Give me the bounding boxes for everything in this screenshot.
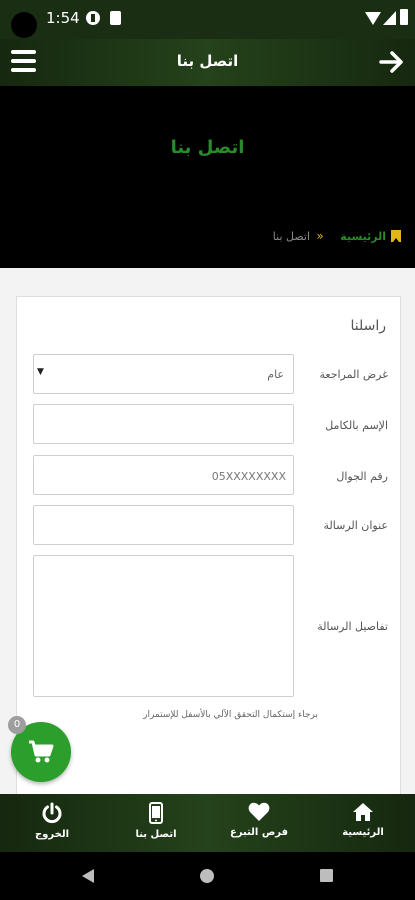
nav-label-logout: الخروج	[34, 829, 70, 840]
system-home-icon[interactable]	[200, 869, 214, 883]
breadcrumb-current: اتصل بنا	[272, 230, 310, 243]
home-icon	[353, 803, 373, 821]
nav-item-home[interactable]: الرئيسية	[318, 794, 408, 852]
app-bar-title: اتصل بنا	[176, 52, 239, 70]
nav-item-contact[interactable]: اتصل بنا	[111, 794, 201, 852]
details-textarea[interactable]	[33, 555, 294, 697]
heart-icon	[248, 802, 270, 821]
breadcrumb-separator: »	[316, 229, 324, 243]
battery-icon	[400, 9, 408, 25]
purpose-select-value: عام	[267, 368, 284, 381]
nav-label-contact: اتصل بنا	[135, 829, 177, 840]
details-label: تفاصيل الرسالة	[317, 620, 388, 633]
back-arrow-icon[interactable]	[378, 48, 406, 76]
sim-card-icon	[110, 11, 121, 25]
cart-count-badge: 0	[8, 716, 26, 734]
phone-icon	[149, 802, 163, 824]
system-recents-icon[interactable]	[320, 869, 333, 882]
status-time: 1:54	[46, 9, 80, 27]
mobile-label: رقم الجوال	[336, 470, 388, 483]
purpose-label: غرض المراجعة	[319, 368, 388, 381]
subject-label: عنوان الرسالة	[323, 519, 389, 532]
nav-label-donations: فرص التبرع	[229, 827, 289, 838]
full-name-input[interactable]	[33, 404, 294, 444]
wifi-icon	[365, 12, 381, 25]
camera-cutout	[11, 12, 37, 38]
notification-icon	[86, 11, 100, 25]
form-title: راسلنا	[350, 318, 386, 334]
system-back-icon[interactable]	[82, 869, 94, 883]
captcha-note: برجاء إستكمال التحقق الآلي بالأسفل للإست…	[143, 710, 318, 720]
dropdown-arrow-icon: ▼	[37, 367, 44, 377]
power-icon	[42, 802, 62, 824]
name-label: الإسم بالكامل	[325, 419, 388, 432]
nav-item-donations[interactable]: فرص التبرع	[214, 794, 304, 852]
nav-label-home: الرئيسية	[342, 827, 384, 838]
cart-icon	[29, 740, 54, 763]
signal-icon	[383, 11, 396, 25]
bookmark-icon	[391, 230, 401, 242]
page-title: اتصل بنا	[170, 137, 245, 158]
nav-item-logout[interactable]: الخروج	[7, 794, 97, 852]
subject-input[interactable]	[33, 505, 294, 545]
mobile-input-placeholder: 05XXXXXXXX	[211, 470, 286, 483]
breadcrumb-home-link[interactable]: الرئيسية	[330, 230, 386, 243]
